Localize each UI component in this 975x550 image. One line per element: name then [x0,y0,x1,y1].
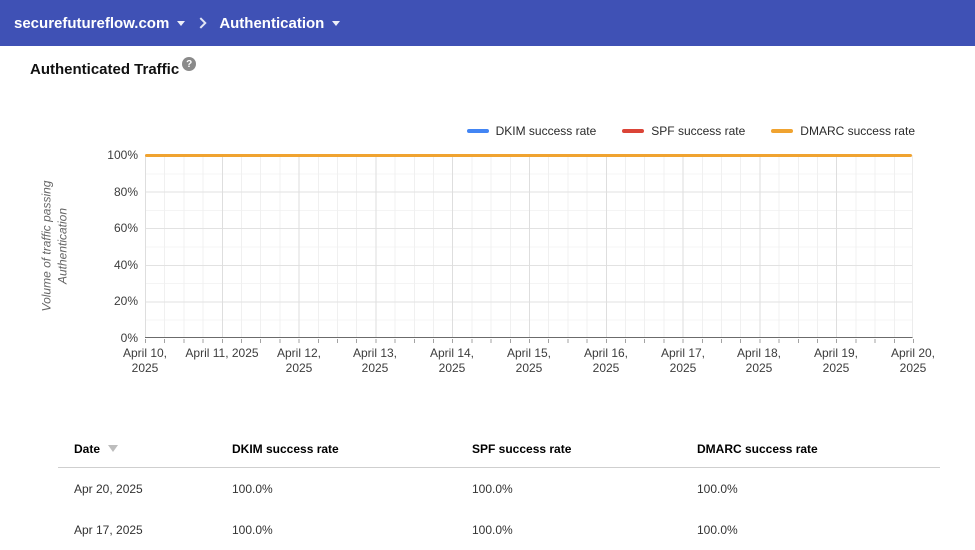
section-selector[interactable]: Authentication [219,14,341,32]
x-tick-label: April 19, 2025 [813,346,859,375]
table-row: Apr 20, 2025 100.0% 100.0% 100.0% [58,468,940,509]
main-content: Authenticated Traffic ? DKIM success rat… [0,46,975,546]
x-tick-label: April 16, 2025 [583,346,629,375]
x-tick-label: April 15, 2025 [506,346,552,375]
legend-label: DMARC success rate [800,124,915,138]
page-title-row: Authenticated Traffic ? [30,57,197,78]
date-cell: Apr 20, 2025 [74,481,143,496]
spf-cell: 100.0% [472,481,513,496]
dkim-line-swatch-icon [466,129,489,133]
x-axis-ticks [145,339,914,343]
domain-selector-label: securefutureflow.com [14,14,170,32]
top-nav-bar: securefutureflow.com Authentication [0,0,975,46]
section-selector-label: Authentication [219,14,325,32]
dmarc-cell: 100.0% [697,522,738,537]
x-tick-label: April 17, 2025 [660,346,706,375]
legend-label: DKIM success rate [495,124,597,138]
column-header-dkim: DKIM success rate [232,441,339,456]
y-tick-label: 80% [113,184,138,199]
table-row: Apr 17, 2025 100.0% 100.0% 100.0% [58,509,940,550]
spf-line-swatch-icon [622,129,645,133]
column-header-date[interactable]: Date [58,442,232,456]
chart-legend: DKIM success rate SPF success rate DMARC… [466,124,915,138]
dmarc-line-swatch-icon [771,129,794,133]
column-header-spf: SPF success rate [472,441,572,456]
chevron-down-icon [177,20,186,26]
legend-label: SPF success rate [651,124,746,138]
legend-item-spf: SPF success rate [622,124,745,138]
dmarc-success-line [145,154,912,157]
chevron-down-icon [332,20,341,26]
spf-cell: 100.0% [472,522,513,537]
domain-selector[interactable]: securefutureflow.com [14,14,186,32]
results-table: Date DKIM success rate SPF success rate … [58,430,940,550]
x-tick-label: April 13, 2025 [352,346,398,375]
x-tick-label: April 20, 2025 [890,346,936,375]
y-tick-label: 20% [113,294,138,309]
y-tick-label: 0% [120,331,138,345]
sort-descending-icon [108,445,119,452]
page-title: Authenticated Traffic [30,61,180,78]
table-header-row: Date DKIM success rate SPF success rate … [58,430,940,468]
x-tick-label: April 12, 2025 [276,346,322,375]
legend-item-dmarc: DMARC success rate [771,124,915,138]
breadcrumb-chevron-icon [195,17,207,29]
legend-item-dkim: DKIM success rate [466,124,597,138]
date-cell: Apr 17, 2025 [74,522,143,537]
x-tick-label: April 14, 2025 [429,346,475,375]
help-icon[interactable]: ? [182,57,197,71]
y-tick-label: 40% [113,257,138,272]
dkim-cell: 100.0% [232,522,273,537]
y-axis-title: Volume of traffic passing Authentication [39,180,69,312]
dkim-cell: 100.0% [232,481,273,496]
dmarc-cell: 100.0% [697,481,738,496]
chart-plot-area[interactable] [145,154,913,338]
x-tick-label: April 18, 2025 [736,346,782,375]
y-tick-label: 60% [113,221,138,236]
column-header-dmarc: DMARC success rate [697,441,818,456]
y-tick-label: 100% [107,148,138,162]
